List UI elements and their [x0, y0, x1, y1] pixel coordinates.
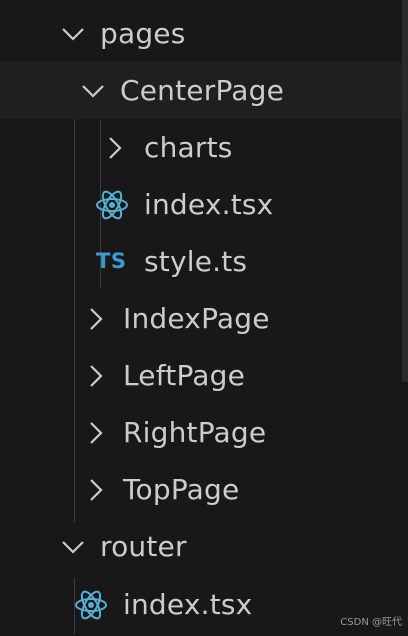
file-label: index.tsx — [123, 588, 253, 621]
folder-router[interactable]: router — [0, 518, 408, 575]
file-center-index-tsx[interactable]: index.tsx — [0, 176, 408, 233]
folder-label: charts — [144, 131, 233, 164]
react-icon — [74, 588, 108, 622]
chevron-down-icon — [60, 21, 86, 47]
file-label: index.tsx — [144, 188, 274, 221]
folder-center-page[interactable]: CenterPage — [0, 62, 408, 119]
folder-index-page[interactable]: IndexPage — [0, 290, 408, 347]
chevron-right-icon — [83, 363, 109, 389]
chevron-right-icon — [83, 306, 109, 332]
chevron-right-icon — [83, 420, 109, 446]
folder-label: RightPage — [123, 416, 267, 449]
folder-label: IndexPage — [123, 302, 270, 335]
file-explorer-tree: pages CenterPage charts index.tsx TS sty… — [0, 0, 408, 636]
file-style-ts[interactable]: TS style.ts — [0, 233, 408, 290]
folder-label: LeftPage — [123, 359, 246, 392]
watermark: CSDN @旺代 — [340, 617, 402, 628]
folder-label: CenterPage — [120, 74, 285, 107]
chevron-right-icon — [83, 477, 109, 503]
folder-label: router — [100, 530, 187, 563]
file-label: style.ts — [144, 245, 248, 278]
folder-top-page[interactable]: TopPage — [0, 461, 408, 518]
folder-charts[interactable]: charts — [0, 119, 408, 176]
folder-right-page[interactable]: RightPage — [0, 404, 408, 461]
folder-pages[interactable]: pages — [0, 5, 408, 62]
folder-label: pages — [100, 17, 186, 50]
folder-label: TopPage — [123, 473, 240, 506]
scrollbar[interactable] — [402, 0, 408, 382]
chevron-down-icon — [80, 78, 106, 104]
chevron-right-icon — [102, 135, 128, 161]
chevron-down-icon — [60, 534, 86, 560]
folder-left-page[interactable]: LeftPage — [0, 347, 408, 404]
typescript-icon: TS — [96, 249, 127, 273]
react-icon — [95, 188, 129, 222]
